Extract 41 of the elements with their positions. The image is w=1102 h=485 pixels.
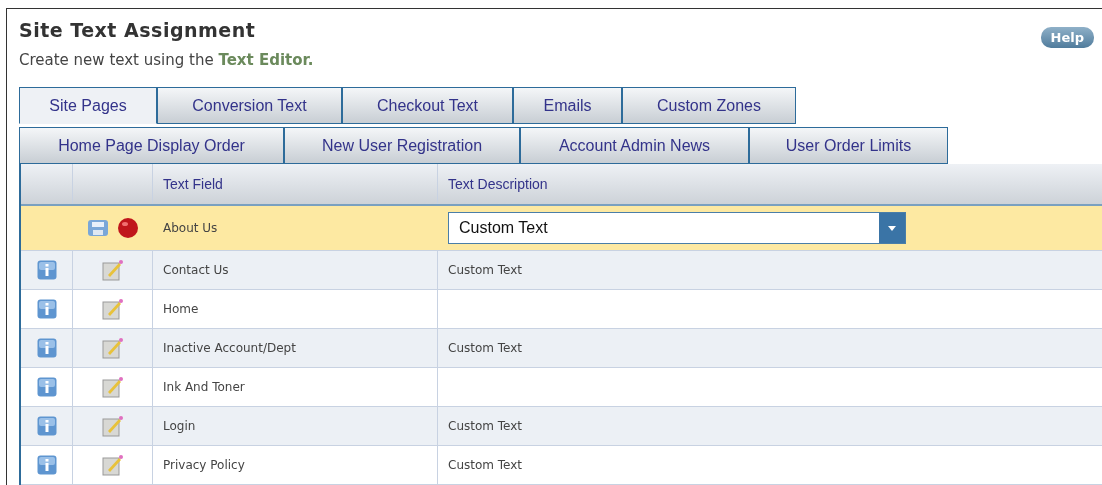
field-name: Ink And Toner [163,380,245,394]
tab[interactable]: Emails [513,87,622,124]
tab[interactable]: Conversion Text [157,87,342,124]
save-icon[interactable] [87,219,109,237]
edit-icon[interactable] [101,337,124,359]
caret-icon [887,224,897,232]
column-header: Text Field [163,176,223,192]
edit-icon[interactable] [101,259,124,281]
info-icon[interactable] [36,338,57,358]
field-name: Contact Us [163,263,229,277]
description-dropdown[interactable]: Custom Text [448,212,906,244]
text-editor-link[interactable]: Text Editor. [218,51,314,69]
column-header: Text Description [448,176,548,192]
subtitle-text: Create new text using the Text Editor. [19,51,314,69]
edit-icon[interactable] [101,454,124,476]
tab[interactable]: User Order Limits [749,127,948,164]
tab[interactable]: Checkout Text [342,87,513,124]
field-name: Inactive Account/Dept [163,341,296,355]
field-name: Home [163,302,199,316]
info-icon[interactable] [36,455,57,475]
description-text: Custom Text [448,341,523,355]
description-text: Custom Text [448,419,523,433]
field-name: Privacy Policy [163,458,245,472]
field-name: Login [163,419,196,433]
info-icon[interactable] [36,299,57,319]
field-name: About Us [163,221,218,235]
description-text: Custom Text [448,263,523,277]
cancel-icon[interactable] [117,217,139,239]
tab[interactable]: Site Pages [19,87,157,124]
info-icon[interactable] [36,377,57,397]
info-icon[interactable] [36,416,57,436]
page-title: Site Text Assignment [19,19,257,41]
edit-icon[interactable] [101,415,124,437]
tab[interactable]: Custom Zones [622,87,796,124]
edit-icon[interactable] [101,376,124,398]
tab[interactable]: Home Page Display Order [19,127,284,164]
info-icon[interactable] [36,260,57,280]
tab[interactable]: New User Registration [284,127,520,164]
tab[interactable]: Account Admin News [520,127,749,164]
edit-icon[interactable] [101,298,124,320]
description-text: Custom Text [448,458,523,472]
